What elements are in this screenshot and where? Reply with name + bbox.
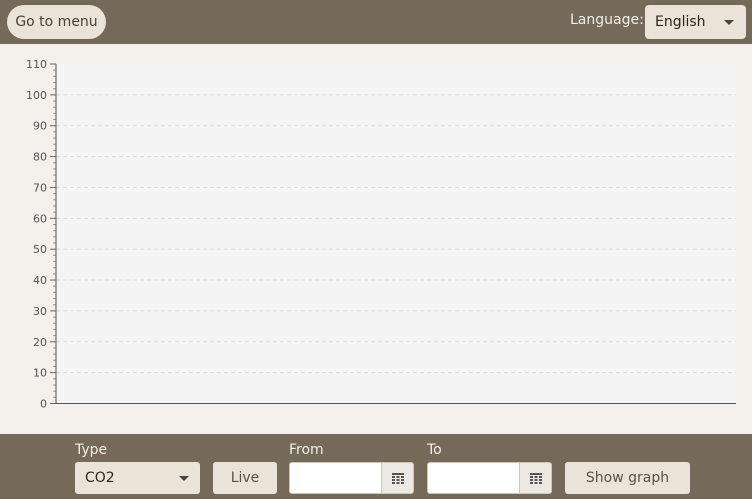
to-calendar-button[interactable] [519, 463, 551, 493]
type-value: CO2 [85, 470, 115, 486]
y-tick-label: 100 [26, 89, 47, 102]
top-bar: Go to menu Language: English [0, 0, 752, 44]
bottom-controls: Type CO2 Live From To Show graph [0, 434, 752, 499]
y-tick-label: 90 [33, 120, 47, 133]
y-tick-label: 30 [33, 305, 47, 318]
y-tick-label: 60 [33, 212, 47, 225]
language-select[interactable]: English [645, 5, 746, 39]
chevron-down-icon [724, 20, 734, 25]
from-calendar-button[interactable] [381, 463, 413, 493]
language-label: Language: [570, 12, 644, 28]
y-tick-label: 40 [33, 274, 47, 287]
language-value: English [655, 14, 706, 30]
y-tick-label: 20 [33, 336, 47, 349]
go-to-menu-button[interactable]: Go to menu [7, 5, 106, 39]
y-tick-label: 80 [33, 151, 47, 164]
to-label: To [427, 442, 442, 458]
to-date-input[interactable] [428, 463, 520, 493]
y-tick-label: 0 [40, 398, 47, 411]
y-tick-label: 110 [26, 58, 47, 71]
type-select[interactable]: CO2 [75, 462, 200, 494]
from-date-input[interactable] [290, 463, 382, 493]
chart: 0 10 20 30 40 50 60 70 80 90 100 110 [26, 58, 736, 411]
chevron-down-icon [179, 476, 189, 481]
show-graph-button[interactable]: Show graph [565, 462, 690, 494]
to-date-picker [427, 462, 552, 494]
y-tick-label: 10 [33, 367, 47, 380]
plot-background [56, 64, 736, 404]
y-tick-label: 70 [33, 181, 47, 194]
live-button[interactable]: Live [213, 462, 277, 494]
from-label: From [289, 442, 324, 458]
y-tick-label: 50 [33, 243, 47, 256]
from-date-picker [289, 462, 414, 494]
calendar-icon [391, 472, 404, 484]
chart-area: 0 10 20 30 40 50 60 70 80 90 100 110 [0, 44, 752, 434]
type-label: Type [75, 442, 108, 458]
calendar-icon [529, 472, 542, 484]
